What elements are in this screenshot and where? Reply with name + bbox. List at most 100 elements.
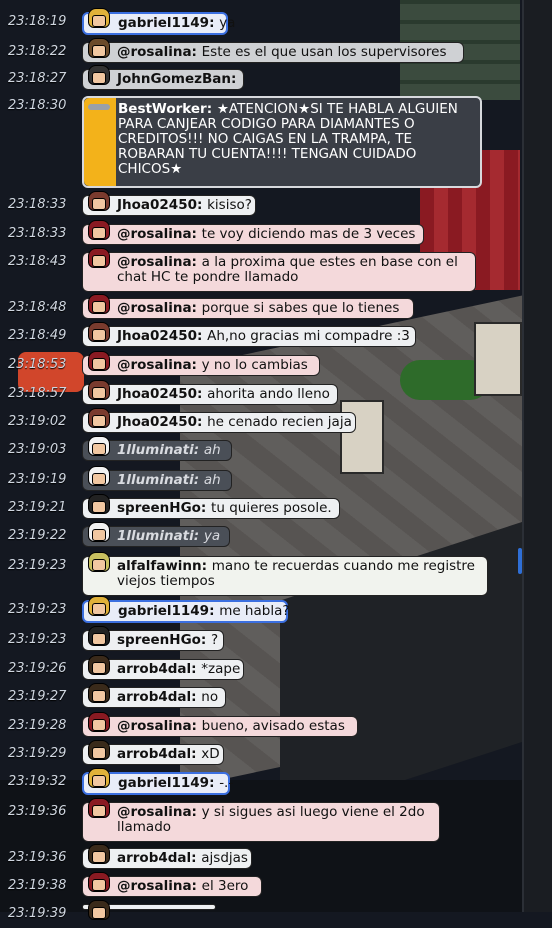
user-avatar-icon[interactable]	[83, 766, 113, 796]
message-username[interactable]: Jhoa02450:	[117, 386, 207, 402]
side-panel	[522, 0, 552, 912]
message-text: ya	[203, 528, 221, 544]
user-avatar-icon[interactable]	[83, 492, 113, 522]
user-avatar-icon[interactable]	[83, 738, 113, 768]
user-avatar-icon[interactable]	[83, 898, 113, 928]
message-username[interactable]: @rosalina:	[117, 718, 202, 734]
avatar-face	[92, 879, 106, 891]
message-text: tu quieres posole.	[211, 500, 332, 516]
chat-bubble[interactable]: @rosalina: bueno, avisado estas	[82, 716, 358, 737]
user-avatar-icon[interactable]	[83, 292, 113, 322]
message-username[interactable]: @rosalina:	[117, 300, 202, 316]
user-avatar-icon[interactable]	[83, 520, 113, 550]
message-text: xD	[201, 746, 220, 762]
chat-bubble[interactable]: @rosalina: Este es el que usan los super…	[82, 42, 464, 63]
message-text: kisiso?	[207, 197, 252, 213]
message-username[interactable]: gabriel1149:	[118, 775, 219, 791]
message-username[interactable]: @rosalina:	[117, 878, 202, 894]
chat-bubble[interactable]: @rosalina: y no lo cambias	[82, 355, 320, 376]
message-username[interactable]: Jhoa02450:	[117, 197, 207, 213]
message-text: y no lo cambias	[201, 357, 308, 373]
user-avatar-icon[interactable]	[83, 594, 113, 624]
message-text: -.-	[219, 775, 234, 791]
message-username[interactable]: @rosalina:	[117, 357, 202, 373]
avatar-face	[92, 15, 106, 27]
user-avatar-icon[interactable]	[83, 189, 113, 219]
user-avatar-icon[interactable]	[83, 320, 113, 350]
avatar-face	[92, 805, 106, 817]
user-avatar-icon[interactable]	[83, 63, 113, 93]
message-text: el 3ero	[201, 878, 249, 894]
message-username[interactable]: arrob4dal:	[117, 661, 201, 677]
user-avatar-icon[interactable]	[83, 550, 113, 580]
user-avatar-icon[interactable]	[83, 246, 113, 276]
user-avatar-icon[interactable]	[83, 653, 113, 683]
message-username[interactable]: @rosalina:	[117, 254, 202, 270]
chat-bubble[interactable]: @rosalina: y si sigues asi luego viene e…	[82, 802, 440, 842]
message-username[interactable]: BestWorker:	[118, 101, 217, 117]
message-username[interactable]: alfalfawinn:	[117, 558, 212, 574]
chat-log[interactable]: 23:18:19 gabriel1149: ya 23:18:22 @rosalina…	[0, 0, 520, 921]
user-avatar-icon[interactable]	[83, 870, 113, 900]
message-username[interactable]: Jhoa02450:	[117, 414, 207, 430]
avatar-face	[92, 45, 106, 57]
message-username[interactable]: @rosalina:	[117, 804, 202, 820]
user-avatar-icon[interactable]	[83, 464, 113, 494]
avatar-face	[92, 501, 106, 513]
message-username[interactable]: arrob4dal:	[117, 689, 201, 705]
user-avatar-icon[interactable]	[83, 842, 113, 872]
avatar-face	[92, 633, 106, 645]
message-timestamp: 23:18:48	[8, 300, 67, 315]
message-username[interactable]: gabriel1149:	[118, 603, 219, 619]
avatar-face	[92, 443, 106, 455]
message-text: me habla?	[219, 603, 290, 619]
message-username[interactable]: 1lluminati:	[117, 528, 204, 544]
message-timestamp: 23:18:22	[8, 44, 67, 59]
avatar-face	[92, 72, 106, 84]
chat-bubble[interactable]: Jhoa02450: ahorita ando lleno	[82, 384, 338, 405]
chat-bubble[interactable]: Jhoa02450: he cenado recien jaja	[82, 412, 356, 433]
chat-bubble[interactable]: spreenHGo: tu quieres posole.	[82, 498, 340, 519]
alert-message-bubble[interactable]: BestWorker: ★ATENCION★SI TE HABLA ALGUIE…	[82, 96, 482, 188]
message-text: Ah,no gracias mi compadre :3	[207, 328, 410, 344]
user-avatar-icon[interactable]	[83, 796, 113, 826]
staff-badge	[84, 98, 116, 186]
message-timestamp: 23:19:36	[8, 804, 67, 819]
user-avatar-icon[interactable]	[83, 624, 113, 654]
message-username[interactable]: spreenHGo:	[117, 632, 211, 648]
avatar-face	[92, 387, 106, 399]
message-timestamp: 23:19:22	[8, 528, 67, 543]
message-username[interactable]: arrob4dal:	[117, 850, 201, 866]
message-username[interactable]: JohnGomezBan:	[117, 71, 236, 87]
avatar-face	[92, 473, 106, 485]
user-avatar-icon[interactable]	[83, 378, 113, 408]
user-avatar-icon[interactable]	[83, 406, 113, 436]
message-username[interactable]: Jhoa02450:	[117, 328, 207, 344]
avatar-face	[92, 301, 106, 313]
message-text: bueno, avisado estas	[201, 718, 345, 734]
avatar-face	[92, 603, 106, 615]
message-text: ah	[203, 472, 221, 488]
message-username[interactable]: 1lluminati:	[117, 442, 204, 458]
message-username[interactable]: spreenHGo:	[117, 500, 211, 516]
chat-bubble[interactable]: @rosalina: te voy diciendo mas de 3 vece…	[82, 224, 424, 245]
message-username[interactable]: @rosalina:	[117, 226, 202, 242]
message-timestamp: 23:18:19	[8, 14, 67, 29]
message-username[interactable]: gabriel1149:	[118, 15, 219, 31]
user-avatar-icon[interactable]	[83, 6, 113, 36]
chat-bubble[interactable]: @rosalina: a la proxima que estes en bas…	[82, 252, 476, 292]
user-avatar-icon[interactable]	[83, 710, 113, 740]
chat-bubble[interactable]: alfalfawinn: mano te recuerdas cuando me…	[82, 556, 488, 596]
user-avatar-icon[interactable]	[83, 349, 113, 379]
avatar-face	[92, 529, 106, 541]
user-avatar-icon[interactable]	[83, 218, 113, 248]
message-username[interactable]: arrob4dal:	[117, 746, 201, 762]
chat-bubble[interactable]: @rosalina: porque si sabes que lo tienes	[82, 298, 414, 319]
user-avatar-icon[interactable]	[83, 681, 113, 711]
message-timestamp: 23:18:57	[8, 386, 67, 401]
chat-bubble[interactable]: Jhoa02450: Ah,no gracias mi compadre :3	[82, 326, 416, 347]
message-username[interactable]: @rosalina:	[117, 44, 202, 60]
user-avatar-icon[interactable]	[83, 434, 113, 464]
message-username[interactable]: 1lluminati:	[117, 472, 204, 488]
user-avatar-icon[interactable]	[83, 36, 113, 66]
